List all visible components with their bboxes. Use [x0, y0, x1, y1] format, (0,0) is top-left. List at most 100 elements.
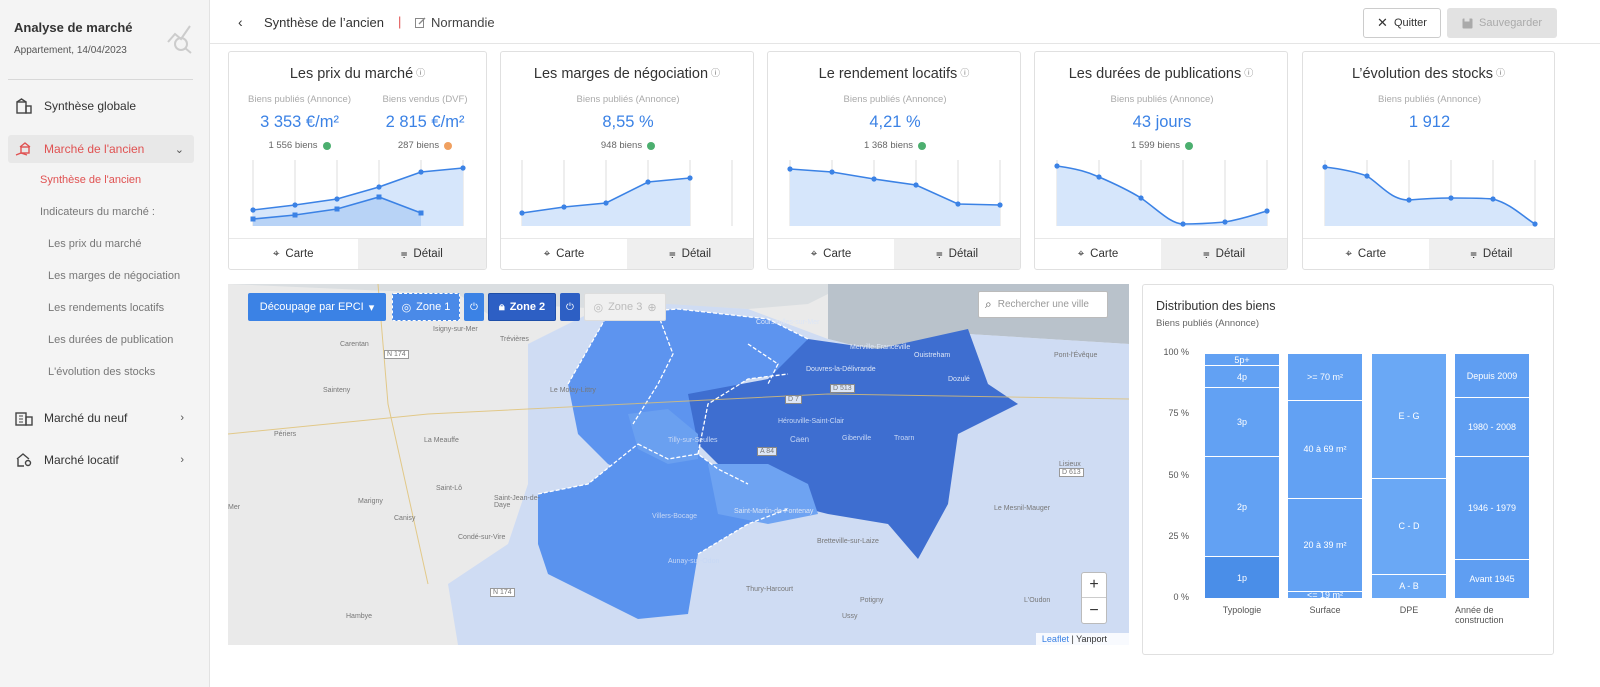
split-epci-dropdown[interactable]: Découpage par EPCI ▾ [248, 293, 386, 321]
sidebar-sub-rendements[interactable]: Les rendements locatifs [48, 302, 164, 314]
bar-segment[interactable]: 40 à 69 m² [1288, 399, 1362, 498]
sidebar-sub-durees[interactable]: Les durées de publication [48, 334, 173, 346]
chart-title: Distribution des biens [1156, 299, 1276, 313]
bar-segment[interactable]: 20 à 39 m² [1288, 497, 1362, 591]
info-icon[interactable]: ⓘ [711, 68, 720, 78]
zoom-out-button[interactable]: − [1082, 598, 1106, 623]
sidebar-sub-stocks[interactable]: L'évolution des stocks [48, 366, 155, 378]
region-name: Normandie [431, 15, 495, 30]
edit-icon [415, 17, 426, 28]
back-chevron-icon[interactable]: ‹ [238, 14, 243, 30]
status-dot [918, 141, 927, 150]
bar-segment[interactable]: 3p [1205, 387, 1279, 456]
sidebar-item-label: Marché du neuf [44, 411, 128, 425]
metric-count: 948 biens [501, 140, 753, 151]
zone1-reset-icon[interactable]: ⏻ [464, 293, 484, 321]
zone2-reset-icon[interactable]: ⏻ [560, 293, 580, 321]
map-panel[interactable]: Isigny-sur-Mer Carentan N 174 Trévières … [228, 284, 1129, 645]
save-button[interactable]: Sauvegarder [1447, 8, 1557, 38]
map-button[interactable]: ⌖ Carte [1035, 239, 1161, 269]
target-icon: ◎ [401, 301, 412, 314]
map-button[interactable]: ⌖ Carte [229, 239, 358, 269]
sidebar-sub-marges[interactable]: Les marges de négociation [48, 270, 180, 282]
map-label: Sainteny [323, 387, 351, 394]
city-search[interactable]: ⌕ Rechercher une ville [978, 291, 1108, 318]
bar-segment[interactable]: 4p [1205, 365, 1279, 387]
sidebar-sub-header: Indicateurs du marché : [40, 206, 155, 218]
sidebar-item-synthese-globale[interactable]: Synthèse globale [8, 92, 194, 120]
detail-button[interactable]: ⩦ Détail [357, 239, 486, 269]
map-label: Giberville [842, 435, 872, 442]
sidebar-sub-synthese-ancien[interactable]: Synthèse de l'ancien [40, 174, 141, 186]
bar-0[interactable]: 1p 2p 3p 4p 5p+ [1205, 353, 1279, 598]
metric-count: 1 368 biens [768, 140, 1020, 151]
info-icon[interactable]: ⓘ [960, 68, 969, 78]
detail-search-icon: ⩦ [668, 247, 676, 260]
bar-segment[interactable]: >= 70 m² [1288, 353, 1362, 400]
detail-search-icon: ⩦ [1470, 247, 1477, 260]
bar-3[interactable]: Avant 1945 1946 - 1979 1980 - 2008 Depuis 2… [1455, 353, 1529, 598]
bar-segment[interactable]: 1946 - 1979 [1455, 455, 1529, 559]
map-button[interactable]: ⌖ Carte [501, 239, 627, 269]
sidebar-item-marche-neuf[interactable]: Marché du neuf › [8, 404, 194, 432]
sidebar-item-label: Marché locatif [44, 453, 119, 467]
sidebar-sub-prix[interactable]: Les prix du marché [48, 238, 142, 250]
map-label: N 174 [384, 350, 409, 359]
card-footer: ⌖ Carte ⩦ Détail [501, 238, 753, 269]
zone2-label: Zone 2 [509, 301, 546, 313]
info-icon[interactable]: ⓘ [1496, 68, 1505, 78]
bar-segment[interactable]: Depuis 2009 [1455, 353, 1529, 397]
bar-segment[interactable]: E - G [1372, 353, 1446, 478]
bar-segment[interactable]: Avant 1945 [1455, 558, 1529, 598]
map-label: A 84 [757, 447, 778, 456]
metric-annonce: Biens publiés (Annonce) 1 912 [1303, 94, 1554, 132]
x-axis-label: Surface [1309, 605, 1341, 615]
bar-2[interactable]: A - BC - DE - G [1372, 353, 1446, 598]
distribution-panel: Distribution des biens Biens publiés (An… [1142, 284, 1554, 655]
status-dot [1185, 141, 1194, 150]
map-label: Saint-Martin-de-Fontenay [734, 508, 814, 515]
map-label: Le Molay-Littry [550, 387, 596, 394]
target-icon: ◎ [593, 301, 604, 314]
zone1-button[interactable]: ◎ Zone 1 [392, 293, 460, 321]
metric-count: 1 556 biens [243, 140, 356, 151]
bar-segment[interactable]: 5p+ [1205, 353, 1279, 365]
bar-segment[interactable]: 1p [1205, 556, 1279, 598]
card-title: Les marges de négociation ⓘ [533, 66, 721, 82]
map-label: Saint-Jean-de-Daye [494, 495, 540, 509]
market-analysis-logo-icon [167, 25, 192, 54]
zone2-button[interactable]: 🔒︎ Zone 2 [488, 293, 556, 321]
detail-button[interactable]: ⩦ Détail [1161, 239, 1287, 269]
floppy-disk-icon [1462, 18, 1473, 28]
map-canvas[interactable] [228, 284, 1129, 645]
zoom-control: + − [1081, 572, 1107, 624]
detail-button[interactable]: ⩦ Détail [627, 239, 753, 269]
bar-segment[interactable]: A - B [1372, 573, 1446, 599]
bar-1[interactable]: <= 19 m² 20 à 39 m² 40 à 69 m² >= 70 m² [1288, 353, 1362, 600]
map-label: Pont-l'Évêque [1054, 352, 1098, 359]
quit-button[interactable]: ✕ Quitter [1363, 8, 1441, 38]
map-button[interactable]: ⌖ Carte [768, 239, 894, 269]
bar-segment[interactable]: C - D [1372, 477, 1446, 574]
map-pin-icon: ⌖ [1077, 247, 1085, 260]
sidebar-item-marche-locatif[interactable]: Marché locatif › [8, 446, 194, 474]
info-icon[interactable]: ⓘ [416, 68, 425, 78]
detail-button[interactable]: ⩦ Détail [894, 239, 1020, 269]
detail-button[interactable]: ⩦ Détail [1428, 239, 1554, 269]
zone3-button[interactable]: ◎ Zone 3 ⊕ [584, 293, 666, 321]
city-icon [14, 409, 34, 427]
map-label: Caen [790, 435, 810, 444]
info-icon[interactable]: ⓘ [1244, 68, 1253, 78]
sidebar-item-marche-ancien[interactable]: Marché de l'ancien ⌄ [8, 135, 194, 163]
map-button[interactable]: ⌖ Carte [1303, 239, 1429, 269]
search-input[interactable]: Rechercher une ville [998, 299, 1089, 310]
map-label: Isigny-sur-Mer [433, 326, 478, 333]
leaflet-link[interactable]: Leaflet [1042, 634, 1069, 644]
bar-segment[interactable]: <= 19 m² [1288, 590, 1362, 600]
metric-label: Biens publiés (Annonce) [248, 94, 351, 105]
region-edit-link[interactable]: Normandie [415, 15, 495, 30]
bar-segment[interactable]: 2p [1205, 455, 1279, 556]
map-label: Thury-Harcourt [746, 586, 794, 593]
zoom-in-button[interactable]: + [1082, 573, 1106, 598]
bar-segment[interactable]: 1980 - 2008 [1455, 397, 1529, 456]
